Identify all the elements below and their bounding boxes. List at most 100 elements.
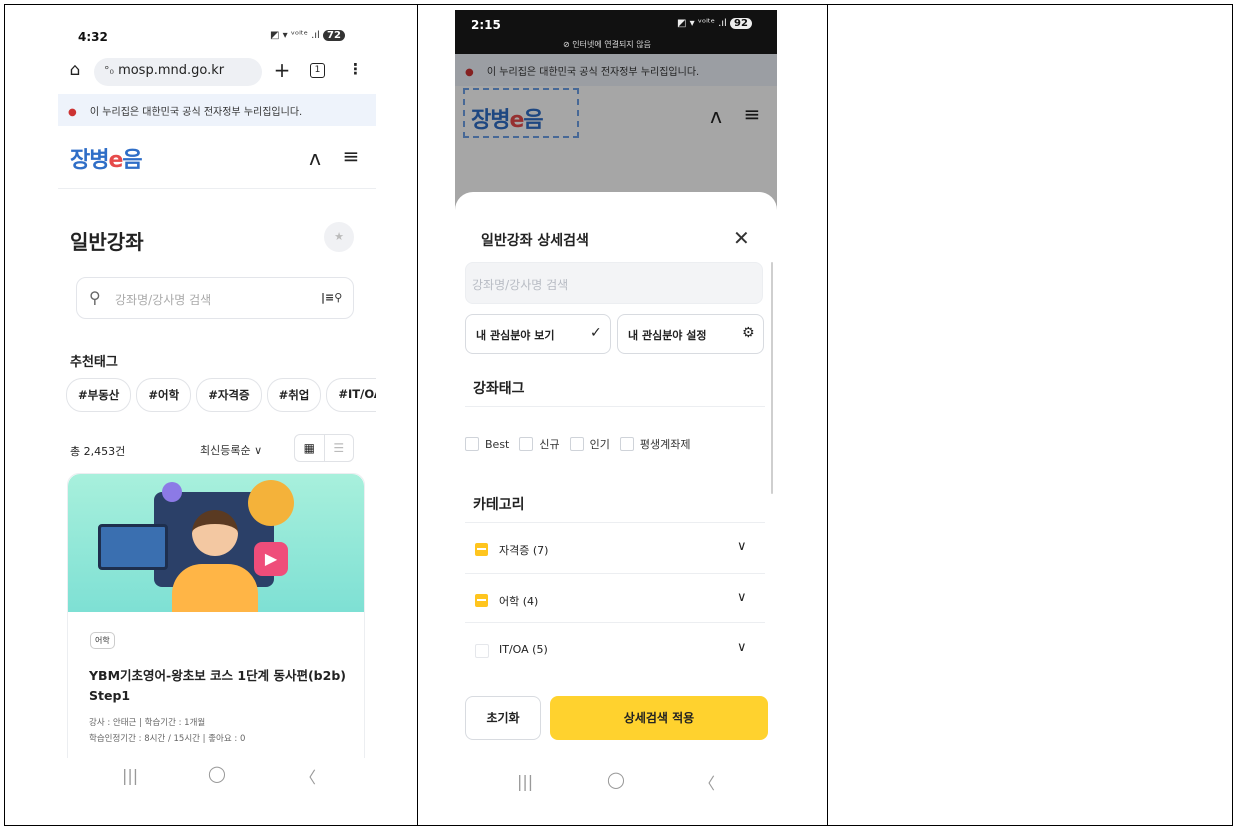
more-menu-icon[interactable]: ⋮ xyxy=(348,60,363,78)
view-interest-button[interactable]: 내 관심분야 보기 ✓ xyxy=(465,314,611,354)
grid-view-icon[interactable]: ▦ xyxy=(295,435,324,461)
url-bar[interactable]: °₀ mosp.mnd.go.kr xyxy=(94,58,262,86)
site-info-icon: °₀ xyxy=(104,64,114,77)
phone-screen-detail-search: 2:15 ◩ ▾ ᵛᵒˡᵗᵉ .ıl 92 ⊘ 인터넷에 연결되지 않음 ● 이… xyxy=(455,10,777,810)
page-title: 일반강좌 xyxy=(70,230,144,254)
course-category-badge: 어학 xyxy=(90,632,115,649)
search-icon: ⚲ xyxy=(89,288,101,307)
offline-notice: ⊘ 인터넷에 연결되지 않음 xyxy=(563,40,651,49)
category-row[interactable]: 자격증 (7) ∨ xyxy=(465,523,765,573)
tag-chip[interactable]: #어학 xyxy=(136,378,192,412)
battery-badge: 72 xyxy=(323,30,345,41)
search-input[interactable]: 강좌명/강사명 검색 xyxy=(465,262,763,304)
tag-checkbox[interactable] xyxy=(619,437,634,451)
check-icon: ✓ xyxy=(590,325,602,341)
view-toggle: ▦ ☰ xyxy=(294,434,354,462)
sphere-shape xyxy=(162,482,182,502)
status-time: 2:15 xyxy=(471,18,501,32)
detail-search-icon[interactable]: |≡⚲ xyxy=(321,291,342,304)
logo-tail: 음 xyxy=(122,148,142,173)
list-view-icon[interactable]: ☰ xyxy=(323,435,354,461)
chevron-down-icon[interactable]: ∨ xyxy=(737,590,747,605)
tags-section-title: 강좌태그 xyxy=(473,381,525,397)
favorite-star-button[interactable]: ★ xyxy=(324,222,354,252)
course-title[interactable]: YBM기초영어-왕초보 코스 1단계 동사편(b2b) Step1 xyxy=(89,666,351,706)
tab-switcher-button[interactable]: 1 xyxy=(310,63,325,78)
user-icon[interactable]: ᴧ xyxy=(304,146,326,170)
category-checkbox[interactable] xyxy=(475,644,489,658)
course-meta-1: 강사 : 안태근 | 학습기간 : 1개월 xyxy=(89,718,206,728)
sheet-title: 일반강좌 상세검색 xyxy=(481,233,589,249)
course-thumbnail: ▶ xyxy=(68,474,364,612)
status-bar: 2:15 ◩ ▾ ᵛᵒˡᵗᵉ .ıl 92 ⊘ 인터넷에 연결되지 않음 xyxy=(455,10,777,54)
tag-chip[interactable]: #부동산 xyxy=(66,378,132,412)
status-icons: ◩ ▾ ᵛᵒˡᵗᵉ .ıl 72 xyxy=(270,30,345,41)
status-icons: ◩ ▾ ᵛᵒˡᵗᵉ .ıl 92 xyxy=(677,18,752,29)
small-screen-shape xyxy=(98,524,168,570)
taegeuk-icon: ● xyxy=(68,107,77,118)
recent-apps-icon[interactable]: ||| xyxy=(517,772,533,791)
category-label: IT/OA (5) xyxy=(499,643,548,656)
site-logo[interactable]: 장병e음 xyxy=(70,142,143,174)
tag-option-label: 인기 xyxy=(589,438,610,451)
category-label: 자격증 (7) xyxy=(499,544,549,557)
course-card[interactable]: ▶ 어학 YBM기초영어-왕초보 코스 1단계 동사편(b2b) Step1 강… xyxy=(67,473,365,773)
back-nav-icon[interactable]: 〈 xyxy=(300,764,316,788)
home-nav-icon[interactable]: ◯ xyxy=(208,764,226,783)
chevron-down-icon: ∨ xyxy=(254,444,263,457)
tag-checkbox[interactable] xyxy=(569,437,584,451)
android-nav-bar: ||| ◯ 〈 xyxy=(58,758,376,796)
search-placeholder: 강좌명/강사명 검색 xyxy=(115,293,212,307)
tag-chip[interactable]: #취업 xyxy=(266,378,322,412)
recent-apps-icon[interactable]: ||| xyxy=(122,766,138,785)
tag-checkbox[interactable] xyxy=(465,437,479,451)
sort-dropdown[interactable]: 최신등록순 ∨ xyxy=(200,442,262,458)
home-icon[interactable]: ⌂ xyxy=(66,60,84,80)
reset-button[interactable]: 초기화 xyxy=(465,696,541,740)
gear-icon: ⚙ xyxy=(742,325,755,341)
planet-shape xyxy=(248,480,294,526)
category-section-title: 카테고리 xyxy=(473,497,525,513)
set-interest-label: 내 관심분야 설정 xyxy=(628,329,707,342)
battery-badge: 92 xyxy=(730,18,752,29)
section-divider xyxy=(465,406,765,407)
dash-icon xyxy=(477,599,486,601)
tag-checkbox[interactable] xyxy=(519,437,534,451)
tag-option-label: 평생계좌제 xyxy=(639,438,691,451)
url-text: mosp.mnd.go.kr xyxy=(118,63,225,78)
gov-notice-bar: ● 이 누리집은 대한민국 공식 전자정부 누리집입니다. xyxy=(58,94,376,126)
category-row[interactable]: 어학 (4) ∨ xyxy=(465,574,765,622)
sort-label: 최신등록순 xyxy=(200,444,251,457)
tag-list: #부동산 #어학 #자격증 #취업 #IT/OA xyxy=(66,378,376,412)
tag-option-label: 신규 xyxy=(539,438,560,451)
logo-e: e xyxy=(108,148,123,173)
person-body-shape xyxy=(172,564,258,612)
view-interest-label: 내 관심분야 보기 xyxy=(476,329,555,342)
search-field[interactable]: ⚲ 강좌명/강사명 검색 |≡⚲ xyxy=(76,277,354,319)
tag-option-label: Best xyxy=(485,437,510,451)
column-divider xyxy=(827,4,828,826)
dash-icon xyxy=(477,548,486,550)
offline-text: 인터넷에 연결되지 않음 xyxy=(572,40,651,49)
chevron-down-icon[interactable]: ∨ xyxy=(737,539,747,554)
new-tab-icon[interactable]: + xyxy=(272,58,292,82)
hamburger-menu-icon[interactable]: ≡ xyxy=(340,144,362,168)
tag-chip[interactable]: #자격증 xyxy=(196,378,262,412)
person-head-shape xyxy=(192,510,238,556)
close-icon[interactable]: ✕ xyxy=(733,226,750,250)
column-divider xyxy=(417,4,418,826)
chevron-down-icon[interactable]: ∨ xyxy=(737,640,747,655)
android-nav-bar: ||| ◯ 〈 xyxy=(455,760,777,810)
home-nav-icon[interactable]: ◯ xyxy=(607,770,625,789)
category-row[interactable]: IT/OA (5) ∨ xyxy=(465,623,765,671)
tag-option-list: Best 신규 인기 평생계좌제 xyxy=(465,436,700,452)
apply-search-button[interactable]: 상세검색 적용 xyxy=(550,696,768,740)
logo-main: 장병 xyxy=(70,148,109,173)
back-nav-icon[interactable]: 〈 xyxy=(699,770,715,794)
scrollbar[interactable] xyxy=(771,262,773,494)
tag-chip[interactable]: #IT/OA xyxy=(326,378,376,412)
total-count: 총 2,453건 xyxy=(70,445,126,458)
play-icon: ▶ xyxy=(254,542,288,576)
set-interest-button[interactable]: 내 관심분야 설정 ⚙ xyxy=(617,314,764,354)
recommended-tags-title: 추천태그 xyxy=(70,355,118,370)
